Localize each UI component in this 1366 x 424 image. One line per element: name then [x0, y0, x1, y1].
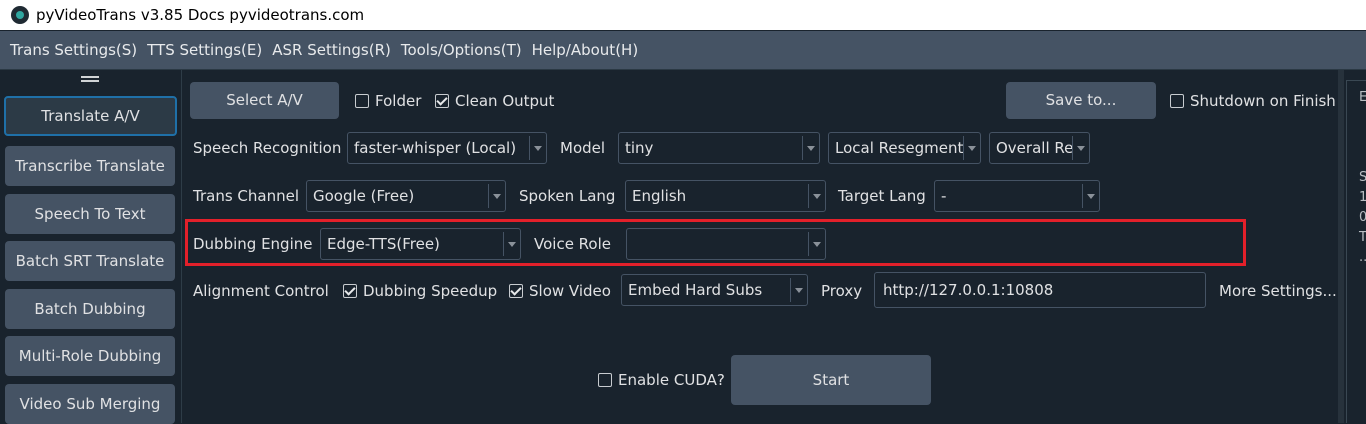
log-line: 0 [1359, 210, 1366, 225]
drag-handle-icon[interactable] [81, 76, 99, 82]
spoken-lang-value: English [632, 187, 687, 205]
right-panel-splitter[interactable] [1338, 70, 1344, 423]
model-label: Model [560, 139, 606, 157]
chevron-down-icon[interactable] [529, 136, 546, 160]
sidebar: Translate A/V Transcribe Translate Speec… [0, 70, 181, 424]
dubbing-speedup-label: Dubbing Speedup [363, 282, 498, 300]
alignment-control-label: Alignment Control [193, 282, 329, 300]
title-bar: pyVideoTrans v3.85 Docs pyvideotrans.com [0, 0, 1366, 30]
trans-channel-select[interactable]: Google (Free) [306, 180, 506, 212]
enable-cuda-label: Enable CUDA? [618, 371, 725, 389]
more-settings-link[interactable]: More Settings... [1219, 280, 1337, 302]
proxy-value: http://127.0.0.1:10808 [883, 281, 1054, 299]
start-button[interactable]: Start [731, 355, 931, 405]
spoken-lang-select[interactable]: English [625, 180, 826, 212]
overall-resegment-value: Overall Re [996, 139, 1074, 157]
proxy-input[interactable]: http://127.0.0.1:10808 [874, 272, 1206, 308]
chevron-down-icon[interactable] [1072, 136, 1089, 160]
log-line: 1 [1359, 190, 1366, 205]
dubbing-speedup-checkbox[interactable]: Dubbing Speedup [343, 280, 497, 302]
enable-cuda-checkbox-box[interactable] [598, 373, 612, 387]
clean-output-checkbox[interactable]: Clean Output [435, 90, 554, 112]
sidebar-item-batch-dubbing[interactable]: Batch Dubbing [5, 289, 175, 329]
sidebar-item-speech-to-text[interactable]: Speech To Text [5, 194, 175, 234]
menu-asr-settings[interactable]: ASR Settings(R) [267, 41, 396, 59]
highlight-annotation-box [185, 219, 1246, 266]
log-line: ... [1359, 250, 1366, 265]
trans-channel-label: Trans Channel [193, 187, 299, 205]
chevron-down-icon[interactable] [488, 184, 505, 208]
target-lang-value: - [941, 187, 947, 205]
speech-recognition-select[interactable]: faster-whisper (Local) [347, 132, 547, 164]
folder-label: Folder [375, 92, 422, 110]
menu-tools-options[interactable]: Tools/Options(T) [396, 41, 527, 59]
overall-resegment-select[interactable]: Overall Re [989, 132, 1090, 164]
target-lang-label: Target Lang [838, 187, 926, 205]
clean-output-checkbox-box[interactable] [435, 94, 449, 108]
menu-help-about[interactable]: Help/About(H) [527, 41, 644, 59]
slow-video-checkbox-box[interactable] [509, 284, 523, 298]
shutdown-label: Shutdown on Finish [1190, 92, 1336, 110]
menu-bar: Trans Settings(S) TTS Settings(E) ASR Se… [0, 31, 1366, 70]
sidebar-item-batch-srt-translate[interactable]: Batch SRT Translate [5, 241, 175, 281]
speech-recognition-label: Speech Recognition [193, 139, 342, 157]
speech-recognition-value: faster-whisper (Local) [354, 139, 517, 157]
slow-video-checkbox[interactable]: Slow Video [509, 280, 611, 302]
clean-output-label: Clean Output [455, 92, 555, 110]
shutdown-checkbox-box[interactable] [1170, 94, 1184, 108]
model-select[interactable]: tiny [618, 132, 820, 164]
chevron-down-icon[interactable] [802, 136, 819, 160]
folder-checkbox[interactable]: Folder [355, 90, 421, 112]
trans-channel-value: Google (Free) [313, 187, 415, 205]
resegment-value: Local Resegment [835, 139, 964, 157]
chevron-down-icon[interactable] [790, 278, 807, 302]
folder-checkbox-box[interactable] [355, 94, 369, 108]
subtitle-mode-select[interactable]: Embed Hard Subs [621, 274, 808, 306]
save-to-button[interactable]: Save to... [1006, 82, 1156, 119]
resegment-select[interactable]: Local Resegment [828, 132, 981, 164]
log-line: E [1359, 90, 1366, 105]
sidebar-item-transcribe-translate[interactable]: Transcribe Translate [5, 146, 175, 186]
subtitle-mode-value: Embed Hard Subs [628, 281, 763, 299]
proxy-label: Proxy [821, 282, 863, 300]
menu-trans-settings[interactable]: Trans Settings(S) [0, 41, 142, 59]
log-line: S [1359, 170, 1366, 185]
menu-tts-settings[interactable]: TTS Settings(E) [142, 41, 267, 59]
sidebar-item-video-sub-merging[interactable]: Video Sub Merging [5, 384, 175, 424]
app-logo-icon [11, 6, 29, 24]
sidebar-item-translate-av[interactable]: Translate A/V [4, 96, 177, 136]
sidebar-divider[interactable] [181, 70, 182, 423]
log-line: T [1359, 230, 1366, 245]
sidebar-item-multi-role-dubbing[interactable]: Multi-Role Dubbing [5, 336, 175, 376]
dubbing-speedup-checkbox-box[interactable] [343, 284, 357, 298]
chevron-down-icon[interactable] [963, 136, 980, 160]
slow-video-label: Slow Video [529, 282, 611, 300]
select-av-button[interactable]: Select A/V [190, 82, 339, 119]
spoken-lang-label: Spoken Lang [519, 187, 616, 205]
shutdown-checkbox[interactable]: Shutdown on Finish [1170, 90, 1336, 112]
chevron-down-icon[interactable] [808, 184, 825, 208]
window-title: pyVideoTrans v3.85 Docs pyvideotrans.com [36, 6, 365, 24]
model-value: tiny [625, 139, 654, 157]
enable-cuda-checkbox[interactable]: Enable CUDA? [598, 369, 725, 391]
chevron-down-icon[interactable] [1082, 184, 1099, 208]
target-lang-select[interactable]: - [934, 180, 1100, 212]
